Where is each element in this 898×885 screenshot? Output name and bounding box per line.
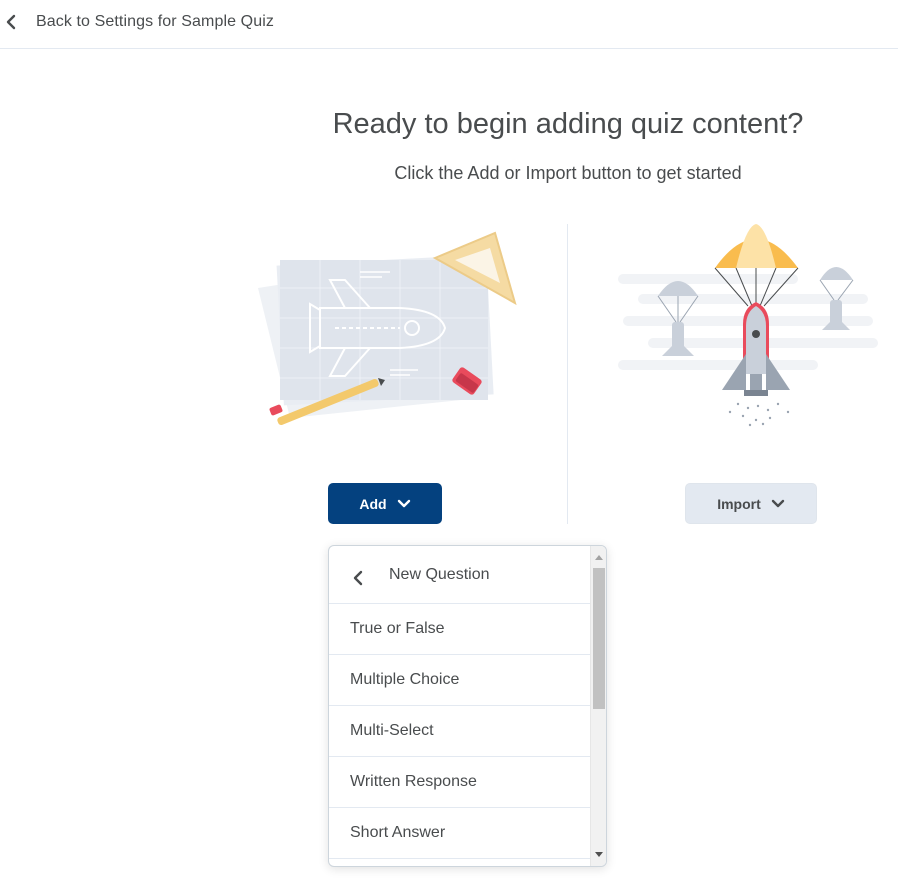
menu-back-new-question[interactable]: New Question (329, 546, 591, 604)
page-subtitle: Click the Add or Import button to get st… (394, 163, 742, 183)
menu-scrollbar[interactable] (590, 546, 606, 866)
menu-item-true-or-false[interactable]: True or False (329, 604, 591, 655)
chevron-left-icon (353, 570, 363, 586)
scroll-up-arrow[interactable] (595, 555, 603, 560)
back-link-label: Back to Settings for Sample Quiz (36, 13, 274, 30)
menu-header-label: New Question (389, 565, 490, 583)
menu-item-written-response[interactable]: Written Response (329, 757, 591, 808)
menu-list: New Question True or False Multiple Choi… (329, 546, 591, 859)
page-title: Ready to begin adding quiz content? (332, 108, 804, 140)
chevron-left-icon (6, 14, 16, 30)
menu-item-multi-select[interactable]: Multi-Select (329, 706, 591, 757)
import-button-label: Import (717, 495, 761, 512)
scroll-thumb[interactable] (593, 568, 605, 709)
top-bar: Back to Settings for Sample Quiz (0, 0, 898, 49)
import-button[interactable]: Import (685, 483, 817, 524)
scroll-down-arrow[interactable] (595, 852, 603, 857)
section-divider (567, 224, 568, 524)
rocket-illustration (618, 224, 878, 427)
add-dropdown-menu: New Question True or False Multiple Choi… (328, 545, 607, 867)
menu-item-short-answer[interactable]: Short Answer (329, 808, 591, 859)
blueprint-illustration (258, 231, 517, 426)
chevron-down-icon (397, 499, 410, 507)
menu-item-multiple-choice[interactable]: Multiple Choice (329, 655, 591, 706)
add-button[interactable]: Add (328, 483, 442, 524)
chevron-down-icon (771, 499, 784, 507)
add-button-label: Add (359, 495, 387, 512)
